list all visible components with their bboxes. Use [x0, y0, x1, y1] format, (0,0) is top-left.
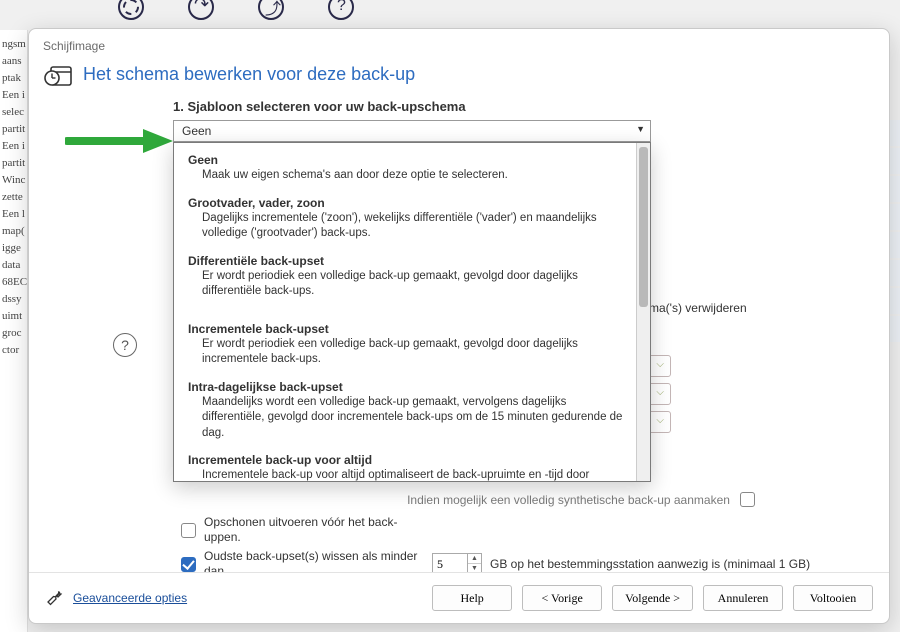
dropdown-option[interactable]: Incrementele back-up voor altijd Increme… — [184, 449, 628, 481]
option-title: Intra-dagelijkse back-upset — [188, 380, 626, 394]
green-arrow-icon — [65, 127, 175, 155]
page-title: Het schema bewerken voor deze back-up — [83, 64, 415, 85]
dialog: Schijfimage Het schema bewerken voor dez… — [28, 28, 890, 624]
combobox-value: Geen — [182, 124, 211, 138]
chevron-down-icon: ▼ — [636, 124, 645, 134]
dropdown-option[interactable]: Intra-dagelijkse back-upset Maandelijks … — [184, 376, 628, 450]
cleanup-before-label: Opschonen uitvoeren vóór het back-uppen. — [204, 515, 424, 545]
dropdown-option[interactable]: Geen Maak uw eigen schema's aan door dez… — [184, 149, 628, 192]
window-title: Schijfimage — [29, 29, 889, 55]
next-button[interactable]: Volgende > — [612, 585, 693, 611]
option-title: Geen — [188, 153, 626, 167]
advanced-options-link[interactable]: Geavanceerde opties — [73, 591, 187, 605]
finish-button[interactable]: Voltooien — [793, 585, 873, 611]
back-button[interactable]: < Vorige — [522, 585, 602, 611]
section-heading: 1. Sjabloon selecteren voor uw back-upsc… — [173, 99, 871, 114]
option-desc: Er wordt periodiek een volledige back-up… — [188, 268, 626, 300]
bg-toolbar-icon — [258, 0, 284, 20]
option-title: Grootvader, vader, zoon — [188, 196, 626, 210]
template-dropdown: Geen Maak uw eigen schema's aan door dez… — [173, 142, 651, 482]
option-desc: Maak uw eigen schema's aan door deze opt… — [188, 167, 626, 184]
dropdown-scrollbar[interactable] — [636, 143, 650, 481]
gb-threshold-tail: GB op het bestemmingsstation aanwezig is… — [490, 557, 810, 571]
cancel-button[interactable]: Annuleren — [703, 585, 783, 611]
calendar-clock-icon — [43, 63, 71, 85]
bg-toolbar-icon — [188, 0, 214, 20]
wrench-icon — [45, 588, 65, 608]
template-combobox[interactable]: Geen ▼ — [173, 120, 651, 142]
bg-toolbar-icon — [118, 0, 144, 20]
dropdown-option[interactable]: Differentiële back-upset Er wordt period… — [184, 250, 628, 308]
background-label-fragment: ma('s) verwijderen — [649, 301, 747, 315]
help-button[interactable]: Help — [432, 585, 512, 611]
dropdown-option[interactable]: Incrementele back-upset Er wordt periodi… — [184, 318, 628, 376]
synthetic-backup-checkbox[interactable] — [740, 492, 755, 507]
dropdown-option[interactable]: Grootvader, vader, zoon Dagelijks increm… — [184, 192, 628, 250]
option-title: Differentiële back-upset — [188, 254, 626, 268]
option-desc: Dagelijks incrementele ('zoon'), wekelij… — [188, 210, 626, 242]
option-desc: Maandelijks wordt een volledige back-up … — [188, 394, 626, 442]
gb-threshold-stepper[interactable]: ▲▼ — [432, 553, 482, 572]
option-title: Incrementele back-upset — [188, 322, 626, 336]
gb-threshold-input[interactable] — [433, 557, 467, 572]
synthetic-backup-label: Indien mogelijk een volledig synthetisch… — [407, 493, 730, 507]
delete-oldest-label: Oudste back-upset(s) wissen als minder d… — [204, 549, 424, 572]
option-desc: Incrementele back-up voor altijd optimal… — [188, 467, 626, 481]
option-title: Incrementele back-up voor altijd — [188, 453, 626, 467]
cleanup-before-checkbox[interactable] — [181, 523, 196, 538]
delete-oldest-checkbox[interactable] — [181, 557, 196, 572]
help-icon[interactable]: ? — [113, 333, 137, 357]
option-desc: Er wordt periodiek een volledige back-up… — [188, 336, 626, 368]
bg-sidebar-text: ngsm aans ptak Een i selec partit Een i … — [0, 30, 27, 365]
spin-up[interactable]: ▲ — [468, 554, 481, 564]
spin-down[interactable]: ▼ — [468, 564, 481, 572]
bg-toolbar-icon — [328, 0, 354, 20]
